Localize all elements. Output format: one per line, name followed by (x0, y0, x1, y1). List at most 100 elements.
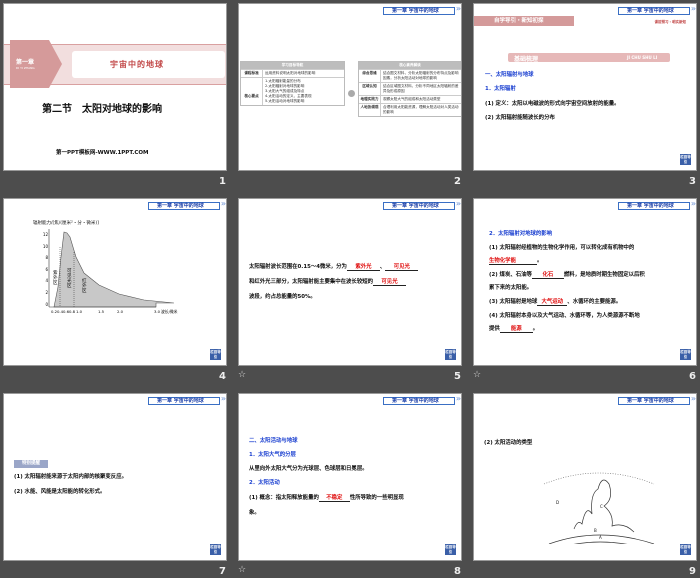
p2-cont: 象。 (249, 510, 260, 516)
label-c: C (600, 504, 603, 509)
zone-uv: 紫外区 (53, 271, 58, 286)
slide-thumbnail-7[interactable]: 第一章 宇宙中的地球 特别提醒 (1) 太阳辐射能来源于太阳内部的核聚变反应。 … (3, 393, 227, 561)
row-value: 结合区域图文材料，分析不同地区太阳辐射的差异及形成原因 (383, 84, 459, 93)
back-button[interactable]: 栏目导引 (680, 154, 691, 165)
p4: (4) 太阳辐射本身以及大气运动、水循环等，为人类源源不断地 (489, 313, 640, 319)
chapter-tag: 第一章 宇宙中的地球 (383, 201, 461, 210)
heading-1: 二、太阳活动与地球 (249, 438, 298, 444)
back-button[interactable]: 栏目导引 (210, 544, 221, 555)
heading-1: 一、太阳辐射与地球 (485, 72, 534, 78)
slide-number-6: 6 (689, 371, 696, 382)
table-header: 学习目标导航 (241, 62, 344, 69)
text: 。 (532, 326, 539, 332)
back-button[interactable]: 栏目导引 (210, 349, 221, 360)
row-key: 区域认知 (359, 83, 381, 95)
slide-thumbnail-2[interactable]: 第一章 宇宙中的地球 学习目标导航 课程标准运用资料说明太阳对地球的影响 核心要… (238, 3, 462, 171)
animation-star-icon[interactable]: ☆ (238, 370, 246, 380)
footer-text: 第一PPT模板网-WWW.1PPT.COM (56, 150, 149, 156)
corona-arc (543, 472, 655, 485)
animation-star-icon[interactable]: ☆ (238, 565, 246, 575)
y-tick: 0 (45, 301, 48, 307)
back-button[interactable]: 栏目导引 (680, 544, 691, 555)
x-tick: 0.8 (69, 309, 76, 314)
line-2: 和红外光三部分，太阳辐射能主要集中在波长较短的 可见光 (249, 277, 406, 286)
x-tick: 2.0 (117, 309, 124, 314)
y-ticks: 12 10 8 6 4 2 0 (40, 229, 48, 310)
line-3: 波段，约占总能量的50%。 (249, 294, 316, 300)
answer-blank: 可见光 (385, 262, 419, 271)
answer-blank: 可见光 (373, 277, 406, 286)
section-pinyin: JI CHU SHU LI (627, 55, 658, 60)
p1: (1) 太阳辐射能来源于太阳内部的核聚变反应。 (14, 474, 127, 480)
p2-cont: 累下来的太阳能。 (489, 285, 533, 291)
x-tick: 1.5 (98, 309, 105, 314)
y-tick: 8 (45, 255, 48, 261)
text: 。 (537, 258, 543, 264)
y-tick: 4 (45, 278, 48, 284)
table-header: 核心素养解读 (359, 62, 461, 69)
text: (3) 太阳辐射是地球 (489, 299, 538, 305)
back-button[interactable]: 栏目导引 (445, 544, 456, 555)
slide-number-9: 9 (689, 566, 696, 577)
row-key: 综合思维 (359, 70, 381, 82)
x-tick: 3.0 (154, 309, 161, 314)
paragraph-2: (2) 太阳辐射能随波长的分布 (485, 115, 555, 121)
slide-number-3: 3 (689, 176, 696, 187)
row-value: 1.太阳辐射能量的分布 2.太阳辐射对地球的影响 3.太阳大气的组成及特点 4.… (265, 79, 312, 103)
back-button[interactable]: 栏目导引 (680, 349, 691, 360)
x-tick: 1.0 (76, 309, 83, 314)
chromosphere-arc (573, 541, 628, 544)
slide-thumbnail-3[interactable]: 第一章 宇宙中的地球 自学导引・新知初探 课前预习・明实新知 基础梳理 JI C… (473, 3, 697, 171)
row-key: 地理实践力 (359, 96, 381, 103)
slide-thumbnail-1[interactable]: 第一章 DI YI ZHANG 宇宙中的地球 第二节 太阳对地球的影响 第一PP… (3, 3, 227, 171)
answer-blank: 生物化学能 (489, 256, 537, 265)
table-row: 地理实践力 观察太阳大气的组成和太阳活动类型 (359, 95, 461, 103)
label-b: B (594, 528, 597, 533)
p4-cont: 提供 能源。 (489, 324, 538, 333)
p2: (1) 概念：指太阳释放能量的 不稳定 性所导致的一些明显现 (249, 493, 404, 502)
slide-number-1: 1 (219, 176, 226, 187)
heading-3: 2．太阳活动 (249, 480, 280, 486)
chapter-tag: 第一章 宇宙中的地球 (618, 6, 696, 15)
table-row: 核心要点 1.太阳辐射能量的分布 2.太阳辐射对地球的影响 3.太阳大气的组成及特… (241, 77, 344, 105)
answer-blank: 大气运动 (537, 297, 568, 306)
p3: (3) 太阳辐射是地球 大气运动 、水循环的主要能源。 (489, 297, 621, 306)
row-value: 结合图文材料，分析太阳辐射的分布特点及影响因素，分析太阳活动对地球的影响 (383, 71, 459, 80)
p2: (2) 煤炭、石油等 化石 燃料，是地质时期生物固定以后积 (489, 270, 645, 279)
x-label: 波长/微米 (161, 309, 178, 314)
table-row: 课程标准 运用资料说明太阳对地球的影响 (241, 69, 344, 77)
slide-thumbnail-4[interactable]: 第一章 宇宙中的地球 辐射能力/[焦/(厘米²・分・微米)] 12 10 8 6 4 2 0… (3, 198, 227, 366)
text: 和红外光三部分，太阳辐射能主要集中在波长较短的 (249, 279, 373, 285)
table-row: 综合思维 结合图文材料，分析太阳辐射的分布特点及影响因素，分析太阳活动对地球的影响 (359, 69, 461, 82)
animation-star-icon[interactable]: ☆ (473, 370, 481, 380)
slide-number-7: 7 (219, 566, 226, 577)
chapter-tag: 第一章 宇宙中的地球 (148, 396, 226, 405)
y-tick: 2 (45, 289, 48, 295)
chapter-pinyin: DI YI ZHANG (16, 66, 35, 70)
heading: 2．太阳辐射对地球的影响 (489, 231, 553, 237)
y-tick: 6 (45, 266, 48, 272)
y-tick: 12 (42, 232, 48, 237)
row-key: 人地协调观 (359, 104, 381, 116)
line-1: 太阳辐射波长范围在0.15～4微米，分为 紫外光、可见光 (249, 262, 419, 271)
text: 提供 (489, 326, 500, 332)
text: 性所导致的一些明显现 (349, 495, 404, 501)
slide-thumbnail-9[interactable]: 第一章 宇宙中的地球 (2) 太阳活动的类型 A B C D 栏目导引 (473, 393, 697, 561)
slide-thumbnail-6[interactable]: 第一章 宇宙中的地球 2．太阳辐射对地球的影响 (1) 太阳辐射经植物的生物化学… (473, 198, 697, 366)
y-tick: 10 (42, 243, 48, 249)
heading-2: 1．太阳辐射 (485, 86, 516, 92)
slide-number-4: 4 (219, 371, 226, 382)
slide-thumbnail-5[interactable]: 第一章 宇宙中的地球 太阳辐射波长范围在0.15～4微米，分为紫外光、可见光 和… (238, 198, 462, 366)
chapter-title: 宇宙中的地球 (110, 60, 164, 69)
chapter-tag: 第一章 宇宙中的地球 (618, 201, 696, 210)
row-value: 合理利用太阳能资源，理解太阳活动对人类活动的影响 (383, 105, 459, 114)
solar-activity-diagram (543, 472, 655, 544)
radiation-spectrum-chart (48, 229, 175, 308)
section-title: 第二节 太阳对地球的影响 (42, 104, 162, 115)
circle-icon (348, 90, 355, 97)
slide-thumbnail-8[interactable]: 第一章 宇宙中的地球 二、太阳活动与地球 1．太阳大气的分层 从里向外太阳大气分… (238, 393, 462, 561)
chapter-tag: 第一章 宇宙中的地球 (618, 396, 696, 405)
slide-number-2: 2 (454, 176, 461, 187)
back-button[interactable]: 栏目导引 (445, 349, 456, 360)
text: 太阳辐射波长范围在0.15～4微米，分为 (249, 264, 347, 270)
